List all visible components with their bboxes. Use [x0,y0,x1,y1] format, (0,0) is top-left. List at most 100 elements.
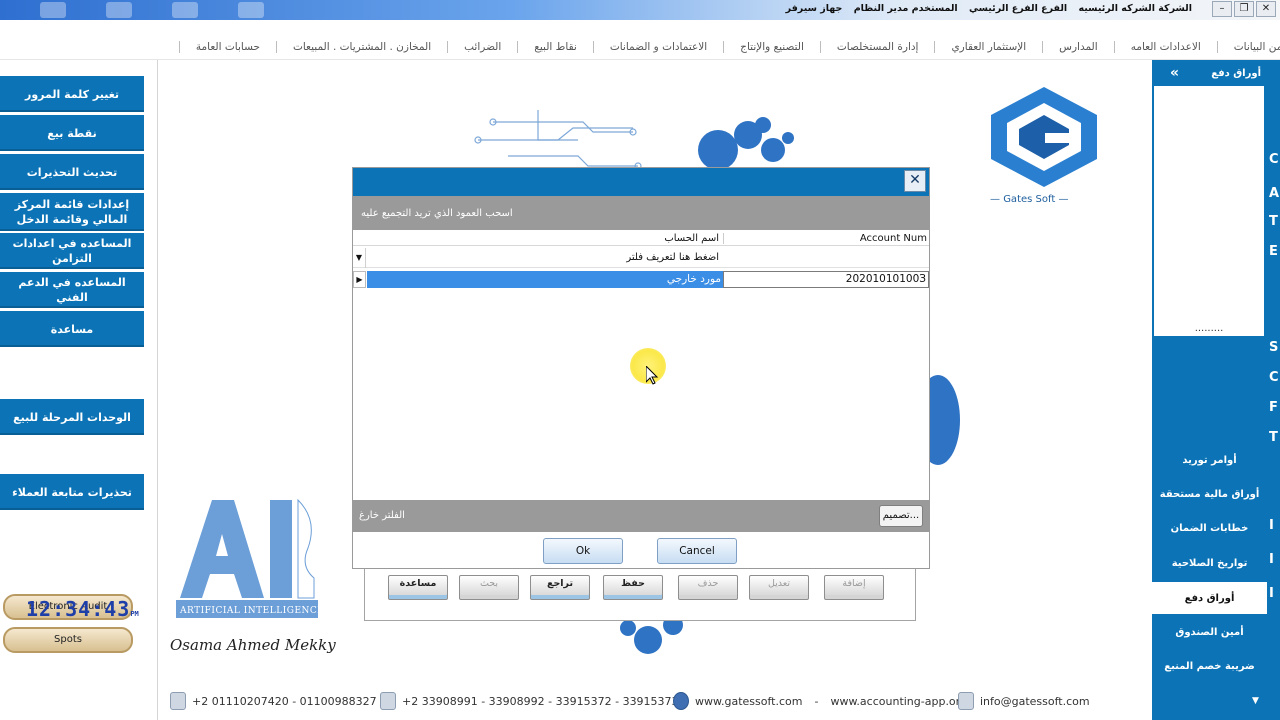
menu-extracts[interactable]: إدارة المستخلصات [819,41,935,53]
expiry-dates-item[interactable]: تواريخ الصلاحية [1152,547,1267,579]
change-password-button[interactable]: تغيير كلمة المرور [0,76,144,112]
contact-footer: +2 01110207420 - 01100988327 +2 33908991… [158,686,1152,716]
dialog-close-button[interactable]: ✕ [904,170,926,192]
pointer-icon [646,366,659,385]
globe-icon [673,692,689,710]
app-icon[interactable] [106,2,132,18]
cashier-item[interactable]: أمين الصندوق [1152,616,1267,648]
email-address[interactable]: info@gatessoft.com [980,695,1090,708]
mobile-phone-icon [170,692,186,710]
help-toolbar-button[interactable]: مساعدة [388,575,448,600]
menu-schools[interactable]: المدارس [1042,41,1114,53]
email-icon [958,692,974,710]
table-row[interactable]: ▶ مورد خارجي 20201010100З [353,271,929,288]
email-contact: info@gatessoft.com [958,692,1090,710]
delete-toolbar-button[interactable]: حذف [678,575,738,600]
telephone-icon [380,692,396,710]
column-header-name[interactable]: اسم الحساب [367,233,721,244]
menu-pos[interactable]: نقاط البيع [517,41,593,53]
mouse-cursor-highlight [630,348,666,385]
ok-button[interactable]: Ok [543,538,623,564]
gates-soft-logo [991,87,1097,187]
app-icon[interactable] [172,2,198,18]
website-link[interactable]: www.gatessoft.com [695,695,802,708]
cancel-button[interactable]: Cancel [657,538,737,564]
mobile-contact: +2 01110207420 - 01100988327 [170,692,377,710]
restore-button[interactable]: ❐ [1234,1,1254,17]
main-menu-bar: حسابات العامة المخازن . المشتريات . المب… [0,20,1280,60]
edge-letter: I [1269,552,1274,567]
guarantee-letters-item[interactable]: خطابات الضمان [1152,512,1267,544]
payment-papers-item[interactable]: أوراق دفع [1152,582,1267,614]
app-icon[interactable] [238,2,264,18]
spots-button[interactable]: Spots [3,627,133,653]
row-account-name[interactable]: مورد خارجي [367,271,723,288]
menu-stores-purchases-sales[interactable]: المخازن . المشتريات . المبيعات [275,41,447,53]
website-contact: www.gatessoft.com - www.accounting-app.o… [673,692,967,710]
company-label: الشركة الشركه الرئيسيه [1078,3,1192,14]
group-by-area[interactable]: اسحب العمود الذي تريد التجميع عليه [353,196,929,230]
expand-chevrons-icon[interactable]: » [1170,65,1179,81]
scroll-down-icon[interactable]: ▼ [1252,696,1259,706]
website-separator: - [814,694,819,708]
customer-followup-button[interactable]: تحذيرات متابعة العملاء [0,474,144,510]
search-toolbar-button[interactable]: بحث [459,575,519,600]
pos-button[interactable]: نقطة بيع [0,115,144,151]
group-by-hint: اسحب العمود الذي تريد التجميع عليه [361,208,513,219]
menu-credits-guarantees[interactable]: الاعتمادات و الضمانات [592,41,723,53]
update-warnings-button[interactable]: تحديث التحذيرات [0,154,144,190]
column-header-account-num[interactable]: Account Num [723,233,929,244]
save-toolbar-button[interactable]: حفظ [603,575,663,600]
right-panel-header: أوراق دفع » [1152,60,1267,86]
add-toolbar-button[interactable]: إضافة [824,575,884,600]
withholding-tax-item[interactable]: ضريبة خصم المنبع [1152,650,1267,682]
sync-settings-help-button[interactable]: المساعده في اعدادات التزامن [0,233,144,269]
filter-row[interactable]: ▼ اضغط هنا لتعريف فلتر [353,248,929,268]
minimize-button[interactable]: – [1212,1,1232,17]
website-link-2[interactable]: www.accounting-app.org [830,695,967,708]
edge-letter: T [1269,430,1278,445]
grid-header: اسم الحساب Account Num [353,232,929,246]
help-button[interactable]: مساعدة [0,311,144,347]
phone-contact: +2 33908991 - 33908992 - 33915372 - 3391… [380,692,679,710]
filter-icon: ▼ [353,248,366,268]
edge-letter: T [1269,214,1278,229]
menu-manufacturing[interactable]: التصنيع والإنتاج [723,41,820,53]
customize-button[interactable]: ...تصميم [879,505,923,527]
row-selector-icon: ▶ [353,271,366,288]
mobile-numbers: +2 01110207420 - 01100988327 [192,694,377,708]
phone-numbers: +2 33908991 - 33908992 - 33915372 - 3391… [402,694,679,708]
row-account-num[interactable]: 20201010100З [723,271,929,288]
menu-real-estate[interactable]: الإستثمار العقاري [934,41,1042,53]
filter-row-hint[interactable]: اضغط هنا لتعريف فلتر [367,252,721,263]
menu-data-sync[interactable]: تزامن البيانات [1216,41,1280,53]
user-label: المستخدم مدير النظام [853,3,958,14]
posted-units-button[interactable]: الوحدات المرحلة للبيع [0,399,144,435]
financial-statements-settings-button[interactable]: إعدادات قائمة المركز المالي وقائمة الدخل [0,193,144,231]
right-panel-title: أوراق دفع [1211,67,1261,79]
gates-soft-text: Gates Soft [1003,194,1056,205]
tech-support-help-button[interactable]: المساعده في الدعم الفني [0,272,144,308]
undo-toolbar-button[interactable]: تراجع [530,575,590,600]
supply-orders-item[interactable]: أوامر توريد [1152,444,1267,476]
app-icon[interactable] [40,2,66,18]
edit-toolbar-button[interactable]: تعديل [749,575,809,600]
menu-items: حسابات العامة المخازن . المشتريات . المب… [178,41,1280,53]
right-panel: أوراق دفع » ......... أوامر توريد أوراق … [1152,60,1280,720]
due-securities-item[interactable]: أوراق مالية مستحقة [1152,478,1267,510]
menu-general-settings[interactable]: الاعدادات العامه [1113,41,1217,53]
edge-letter: E [1269,244,1278,259]
ai-label: ARTIFICIAL INTELLIGENCE [180,606,325,616]
menu-taxes[interactable]: الضرائب [447,41,517,53]
left-panel: تغيير كلمة المرور نقطة بيع تحديث التحذير… [0,60,158,720]
edge-letter: A [1269,186,1280,201]
edge-letter: I [1269,518,1274,533]
right-panel-content-box: ......... [1154,86,1264,336]
edge-letter: S [1269,340,1279,355]
digital-clock: 12:34:43PM [26,597,139,621]
clock-ampm: PM [130,610,139,618]
close-window-button[interactable]: ✕ [1256,1,1276,17]
menu-general-accounts[interactable]: حسابات العامة [178,41,276,53]
edge-letter: F [1269,400,1278,415]
author-signature: Osama Ahmed Mekky [170,636,336,654]
